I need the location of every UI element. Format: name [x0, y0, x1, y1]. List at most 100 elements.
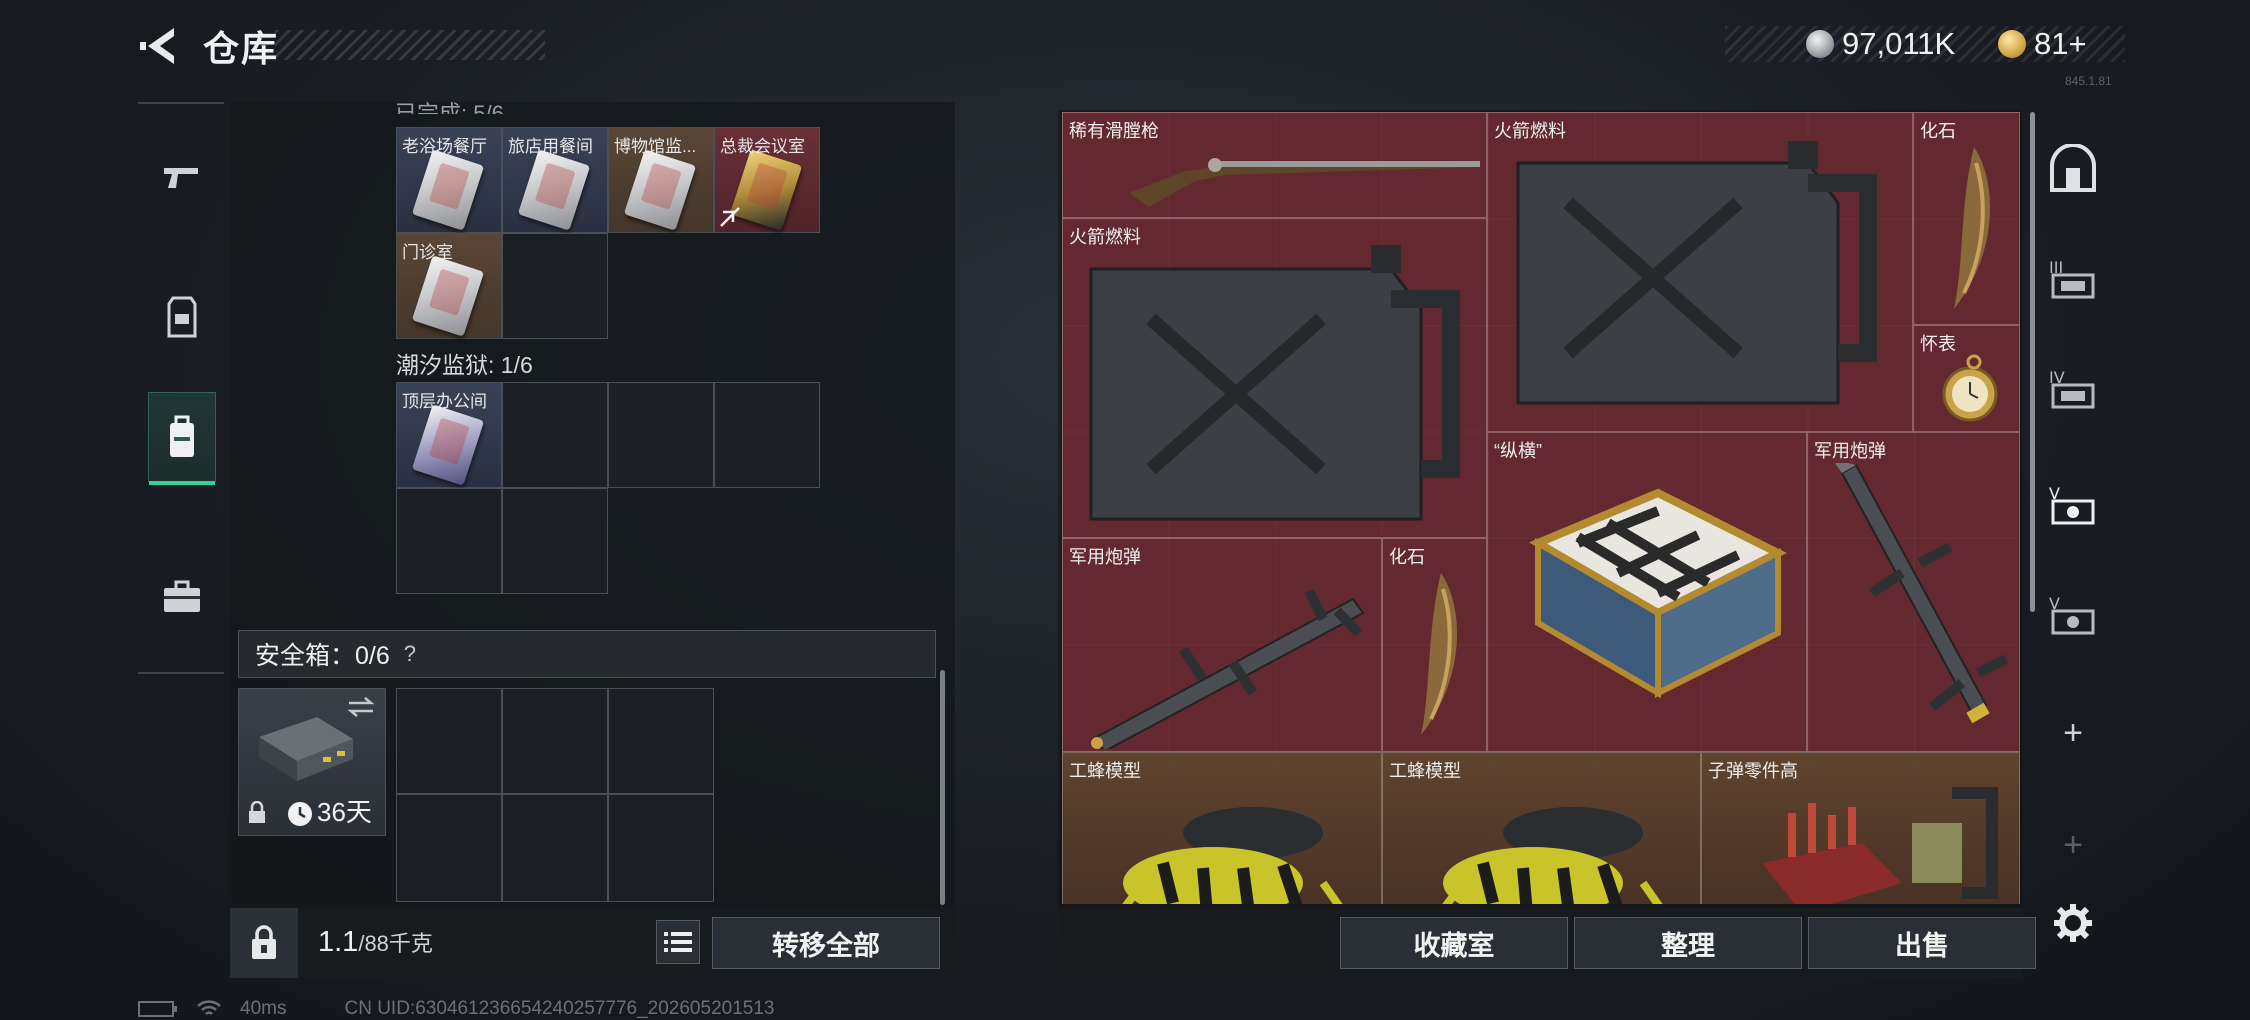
empty-slot[interactable]	[396, 488, 502, 594]
settings-button[interactable]	[2040, 890, 2106, 956]
storage-tab-5[interactable]: V	[2040, 582, 2106, 648]
clock-icon	[288, 802, 312, 826]
fossil-icon	[1421, 573, 1458, 735]
keycard-slot[interactable]: 博物馆监...	[608, 127, 714, 233]
tab-equipment[interactable]	[148, 272, 216, 362]
silver-currency[interactable]: 97,011K	[1806, 26, 1955, 62]
item-ammo-parts[interactable]: 子弹零件高	[1701, 752, 2020, 904]
safe-slot[interactable]	[396, 794, 502, 902]
list-view-button[interactable]	[656, 920, 700, 964]
keycard-slot[interactable]: 老浴场餐厅	[396, 127, 502, 233]
item-wasp-model[interactable]: 工蜂模型	[1062, 752, 1382, 904]
storage-tab-4[interactable]: V	[2040, 472, 2106, 538]
group-progress-clipped: 已完成: 5/6	[395, 101, 504, 114]
item-pocket-watch[interactable]: 怀表	[1913, 325, 2020, 432]
empty-slot[interactable]	[502, 233, 608, 339]
tab-briefcase[interactable]	[148, 552, 216, 642]
keycard-icon	[411, 404, 485, 486]
lock-icon	[249, 801, 265, 823]
gold-coin-icon	[1998, 30, 2026, 58]
battery-icon	[138, 1001, 177, 1017]
uid-readout: CN UID:630461236654240257776_20260520151…	[344, 998, 775, 1019]
empty-slot[interactable]	[608, 382, 714, 488]
storage-tab-home[interactable]	[2040, 136, 2106, 202]
briefcase-icon	[164, 580, 200, 612]
safe-slot[interactable]	[396, 688, 502, 794]
keycard-icon	[517, 149, 591, 231]
title-decoration	[275, 30, 545, 60]
gold-currency[interactable]: 81+	[1998, 26, 2087, 62]
status-bar: 40ms CN UID:630461236654240257776_202605…	[138, 998, 774, 1020]
help-button[interactable]: ?	[404, 641, 416, 667]
weight-readout: 1.1/88千克	[318, 926, 433, 959]
item-musket[interactable]: 稀有滑膛枪	[1062, 112, 1487, 218]
storage-page-icon: V	[2049, 594, 2095, 635]
keycard-icon	[411, 149, 485, 231]
safe-slot[interactable]	[608, 688, 714, 794]
right-scrollbar[interactable]	[2030, 112, 2035, 612]
item-fossil[interactable]: 化石	[1913, 112, 2020, 325]
item-chessboard[interactable]: “纵横”	[1487, 432, 1807, 752]
safe-box-duration: 36天	[317, 797, 372, 827]
safe-case-icon	[259, 717, 353, 781]
keycard-slot[interactable]: 门诊室	[396, 233, 502, 339]
tab-weapons[interactable]	[148, 132, 216, 222]
tab-backpack[interactable]	[148, 392, 216, 485]
broken-key-icon	[720, 207, 740, 227]
wasp-model-icon	[1442, 807, 1663, 904]
back-arrow-icon	[140, 28, 174, 64]
keycard-icon	[623, 149, 697, 231]
missile-icon	[1834, 463, 2009, 724]
storage-grid: 稀有滑膛枪 火箭燃料 化石 火箭燃料 怀表 “纵横” 军用炮弹 军用炮弹 化石 …	[1062, 112, 2020, 904]
vest-icon	[167, 296, 197, 338]
chessboard-icon	[1529, 488, 1787, 699]
version-hint: 845.1.81	[2065, 74, 2112, 88]
left-scrollbar[interactable]	[940, 670, 945, 905]
safe-box-container[interactable]: 36天	[238, 688, 386, 836]
item-missile[interactable]: 军用炮弹	[1062, 538, 1382, 752]
back-button[interactable]	[140, 22, 180, 70]
item-missile[interactable]: 军用炮弹	[1807, 432, 2020, 752]
weight-value: 1.1	[318, 926, 359, 958]
item-wasp-model[interactable]: 工蜂模型	[1382, 752, 1701, 904]
ping-readout: 40ms	[240, 998, 287, 1019]
ammo-parts-icon	[1762, 787, 1998, 904]
storage-tab-2[interactable]: III	[2040, 246, 2106, 312]
wifi-icon	[197, 1000, 221, 1015]
weight-max: /88千克	[358, 931, 433, 956]
backpack-icon	[170, 415, 194, 457]
group-label-prison: 潮汐监狱: 1/6	[396, 352, 533, 378]
rail-divider-bottom	[138, 672, 224, 674]
silver-coin-icon	[1806, 30, 1834, 58]
safe-slot[interactable]	[502, 688, 608, 794]
empty-slot[interactable]	[502, 488, 608, 594]
collection-room-button[interactable]: 收藏室	[1340, 917, 1568, 969]
padlock-icon	[252, 925, 276, 959]
storage-page-icon: IV	[2049, 368, 2095, 409]
gear-icon	[2054, 904, 2092, 942]
lock-button[interactable]	[230, 908, 298, 978]
empty-slot[interactable]	[502, 382, 608, 488]
add-storage-button-disabled[interactable]: +	[2040, 812, 2106, 878]
pistol-icon	[164, 168, 198, 188]
add-storage-button[interactable]: +	[2040, 700, 2106, 766]
safe-slot[interactable]	[502, 794, 608, 902]
sort-button[interactable]: 整理	[1574, 917, 1802, 969]
swap-icon	[347, 697, 375, 717]
keycard-slot[interactable]: 顶层办公间	[396, 382, 502, 488]
musket-icon	[1129, 158, 1480, 207]
empty-slot[interactable]	[714, 382, 820, 488]
keycard-slot[interactable]: 旅店用餐间	[502, 127, 608, 233]
safe-slot[interactable]	[608, 794, 714, 902]
transfer-all-button[interactable]: 转移全部	[712, 917, 940, 969]
rail-divider	[138, 102, 224, 104]
item-fossil[interactable]: 化石	[1382, 538, 1487, 752]
item-rocket-fuel[interactable]: 火箭燃料	[1487, 112, 1913, 432]
storage-tab-3[interactable]: IV	[2040, 356, 2106, 422]
pocket-watch-icon	[1942, 354, 1998, 422]
item-rocket-fuel[interactable]: 火箭燃料	[1062, 218, 1487, 538]
storage-page-icon: III	[2049, 258, 2095, 299]
keycard-slot[interactable]: 总裁会议室	[714, 127, 820, 233]
list-icon	[664, 932, 692, 952]
sell-button[interactable]: 出售	[1808, 917, 2036, 969]
